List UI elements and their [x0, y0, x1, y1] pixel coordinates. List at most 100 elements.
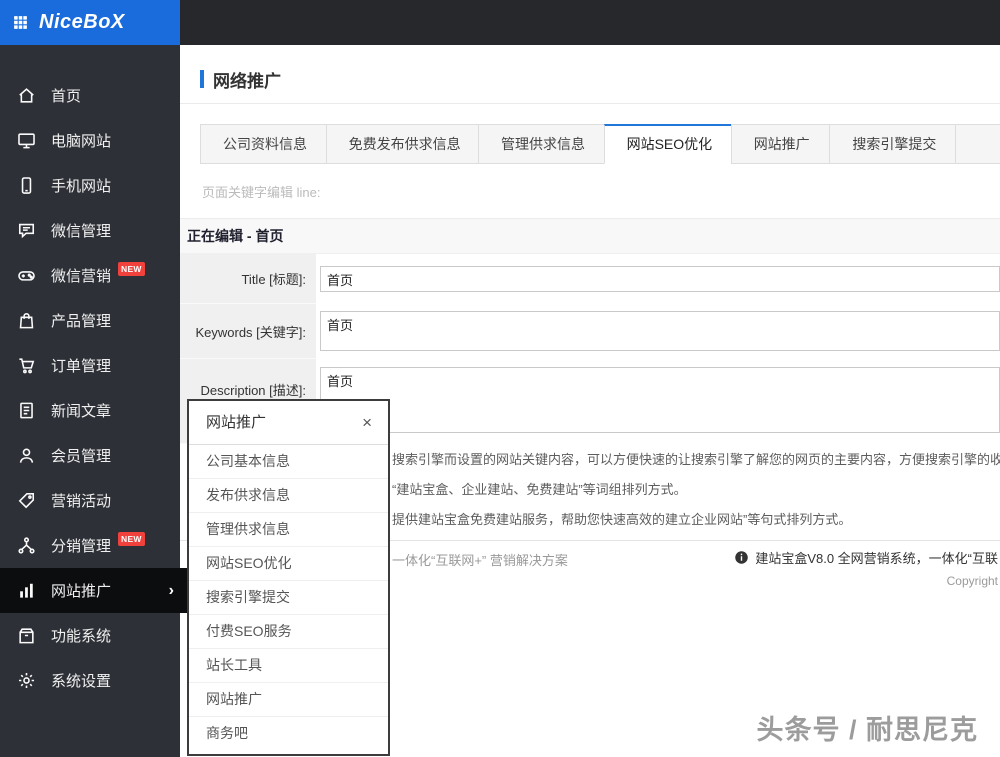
sidebar: 首页 电脑网站 手机网站 微信管理 微信营销 NEW 产品管理 订单管理 新闻文…: [0, 45, 188, 757]
page-hint-text: 页面关键字编辑 line:: [202, 185, 321, 200]
chevron-right-icon: ›: [168, 581, 174, 599]
help-line: “建站宝盒、企业建站、免费建站”等词组排列方式。: [392, 482, 687, 497]
tab-label: 免费发布供求信息: [348, 136, 461, 152]
icon[interactable]: [196, 13, 216, 33]
popup-title: 网站推广: [206, 414, 267, 431]
sidebar-item[interactable]: 会员管理: [0, 433, 180, 478]
tab[interactable]: 搜索引擎提交: [829, 124, 956, 164]
topbar: NiceBoX: [0, 0, 1000, 45]
monitor-icon: [17, 131, 36, 150]
page-header: 网络推广: [180, 45, 1000, 104]
title-input[interactable]: [320, 266, 1000, 292]
sidebar-item[interactable]: 营销活动: [0, 478, 180, 523]
sidebar-item-label: 产品管理: [51, 313, 112, 330]
popup-menu-item[interactable]: 付费SEO服务: [189, 615, 388, 649]
sidebar-item-label: 系统设置: [51, 673, 112, 690]
sidebar-item[interactable]: 分销管理 NEW: [0, 523, 180, 568]
keywords-textarea[interactable]: 首页: [320, 311, 1000, 351]
form-row-title: Title [标题]:: [180, 254, 1000, 304]
popup-menu-item[interactable]: 管理供求信息: [189, 513, 388, 547]
chat-icon: [17, 221, 36, 240]
gear-icon: [17, 671, 36, 690]
popup-menu-item-label: 管理供求信息: [206, 521, 290, 537]
popup-menu-item-label: 发布供求信息: [206, 487, 290, 503]
app-window: { "topbar": { "logo": "NiceBoX", "icons"…: [0, 0, 1000, 757]
popup-menu-item-label: 网站推广: [206, 691, 262, 707]
close-icon[interactable]: ×: [362, 401, 372, 444]
popup-menu-item[interactable]: 网站SEO优化: [189, 547, 388, 581]
popup-menu-item-label: 搜索引擎提交: [206, 589, 290, 605]
popup-item-list: 公司基本信息 发布供求信息 管理供求信息 网站SEO优化 搜索引擎提交 付费SE…: [189, 445, 388, 751]
box-icon: [17, 626, 36, 645]
keywords-field-label: Keywords [关键字]:: [180, 304, 316, 359]
tab[interactable]: 免费发布供求信息: [325, 124, 480, 164]
share-icon: [17, 536, 36, 555]
bag-icon: [17, 311, 36, 330]
popup-menu-item[interactable]: 网站推广: [189, 683, 388, 717]
popup-menu-item-label: 付费SEO服务: [206, 623, 292, 639]
help-line: 提供建站宝盒免费建站服务，帮助您快速高效的建立企业网站”等句式排列方式。: [392, 512, 852, 527]
popup-menu-item[interactable]: 搜索引擎提交: [189, 581, 388, 615]
sidebar-item[interactable]: 产品管理: [0, 298, 180, 343]
home-icon: [17, 86, 36, 105]
tab-label: 公司资料信息: [223, 136, 307, 152]
tag-icon: [17, 491, 36, 510]
sidebar-item[interactable]: 微信管理: [0, 208, 180, 253]
topbar-icons: [180, 0, 312, 45]
doc-icon: [17, 401, 36, 420]
sidebar-item-label: 功能系统: [51, 628, 112, 645]
icon[interactable]: [244, 13, 264, 33]
popup-menu-item-label: 商务吧: [206, 725, 248, 741]
sidebar-item[interactable]: 订单管理: [0, 343, 180, 388]
sidebar-item-label: 微信管理: [51, 223, 112, 240]
popup-menu-item-label: 公司基本信息: [206, 453, 290, 469]
sidebar-item-label: 网站推广: [51, 583, 112, 600]
tab-label: 搜索引擎提交: [852, 136, 937, 152]
editing-status-bar: 正在编辑 - 首页: [180, 218, 1000, 254]
sidebar-item-label: 分销管理: [51, 538, 112, 555]
tab-bar: 公司资料信息 免费发布供求信息 管理供求信息 网站SEO优化 网站推广 搜索引擎…: [200, 124, 1000, 164]
sidebar-item-label: 订单管理: [51, 358, 112, 375]
popup-menu-item[interactable]: 商务吧: [189, 717, 388, 751]
help-line: 搜索引擎而设置的网站关键内容，可以方便快速的让搜索引擎了解您的网页的主要内容，方…: [392, 452, 1000, 467]
footer-slogan: 一体化“互联网+” 营销解决方案: [392, 553, 568, 568]
icon[interactable]: [292, 13, 312, 33]
popup-menu-item[interactable]: 发布供求信息: [189, 479, 388, 513]
sidebar-item-label: 营销活动: [51, 493, 112, 510]
sidebar-item[interactable]: 首页: [0, 73, 180, 118]
cart-icon: [17, 356, 36, 375]
tab[interactable]: [954, 124, 1000, 164]
popup-menu-item-label: 网站SEO优化: [206, 555, 292, 571]
title-accent-bar: [200, 70, 204, 88]
tab[interactable]: 网站SEO优化: [603, 124, 732, 164]
tab[interactable]: 网站推广: [730, 124, 831, 164]
popup-menu-item[interactable]: 站长工具: [189, 649, 388, 683]
sidebar-item[interactable]: 系统设置: [0, 658, 180, 703]
phone-icon: [17, 176, 36, 195]
form-row-keywords: Keywords [关键字]: 首页: [180, 304, 1000, 359]
sidebar-item-label: 会员管理: [51, 448, 112, 465]
footer-product-info: 建站宝盒V8.0 全网营销系统，一体化“互联: [734, 548, 998, 567]
logo-area[interactable]: NiceBoX: [0, 0, 180, 45]
sidebar-item-label: 手机网站: [51, 178, 112, 195]
new-badge: NEW: [118, 531, 145, 546]
sidebar-item[interactable]: 手机网站: [0, 163, 180, 208]
description-textarea[interactable]: 首页: [320, 367, 1000, 433]
sidebar-nav: 首页 电脑网站 手机网站 微信管理 微信营销 NEW 产品管理 订单管理 新闻文…: [0, 73, 188, 703]
tab[interactable]: 管理供求信息: [478, 124, 605, 164]
popup-header: 网站推广 ×: [189, 401, 388, 445]
sidebar-item-label: 电脑网站: [51, 133, 112, 150]
sidebar-item[interactable]: 功能系统: [0, 613, 180, 658]
sidebar-item-label: 新闻文章: [51, 403, 112, 420]
grid-menu-icon[interactable]: [12, 14, 29, 31]
new-badge: NEW: [118, 261, 145, 276]
sidebar-item[interactable]: 网站推广 ›: [0, 568, 188, 613]
popup-menu-item[interactable]: 公司基本信息: [189, 445, 388, 479]
tab[interactable]: 公司资料信息: [200, 124, 327, 164]
tab-label: 管理供求信息: [501, 136, 586, 152]
gamepad-icon: [17, 266, 36, 285]
user-icon: [17, 446, 36, 465]
sidebar-item[interactable]: 微信营销 NEW: [0, 253, 180, 298]
sidebar-item[interactable]: 电脑网站: [0, 118, 180, 163]
sidebar-item[interactable]: 新闻文章: [0, 388, 180, 433]
